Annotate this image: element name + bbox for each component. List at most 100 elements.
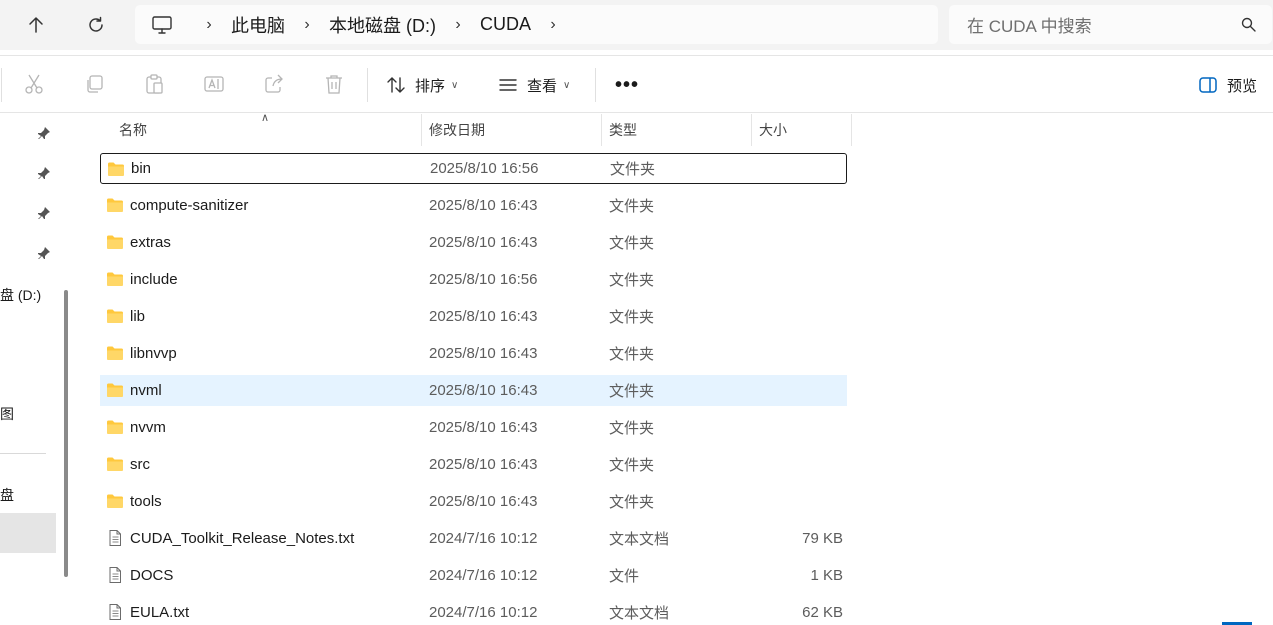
file-list: ∧ 名称 修改日期 类型 大小 bin 2025/8/10 16:56 文件夹 … xyxy=(78,112,1273,625)
toolbar-divider xyxy=(367,68,368,102)
file-row[interactable]: nvml 2025/8/10 16:43 文件夹 xyxy=(100,375,847,406)
file-type: 文件夹 xyxy=(609,420,655,437)
address-row: › 此电脑 › 本地磁盘 (D:) › CUDA › 在 CUDA 中搜索 xyxy=(0,0,1273,50)
nav-divider xyxy=(0,453,46,454)
rename-button[interactable] xyxy=(203,73,227,97)
file-type: 文件 xyxy=(609,568,640,585)
delete-button[interactable] xyxy=(323,73,347,97)
file-row[interactable]: DOCS 2024/7/16 10:12 文件 1 KB xyxy=(100,560,847,591)
file-row[interactable]: include 2025/8/10 16:56 文件夹 xyxy=(100,264,847,295)
text-file-icon xyxy=(106,566,124,584)
refresh-button[interactable] xyxy=(78,7,114,43)
nav-item-pictures[interactable]: 图 xyxy=(0,404,14,424)
command-bar: 排序 ∨ 查看 ∨ ••• 预览 xyxy=(0,55,1273,113)
file-row[interactable]: src 2025/8/10 16:43 文件夹 xyxy=(100,449,847,480)
trash-icon xyxy=(326,75,342,94)
folder-icon xyxy=(106,307,124,325)
copy-button[interactable] xyxy=(83,73,107,97)
more-options-button[interactable]: ••• xyxy=(613,71,641,99)
column-header-modified[interactable]: 修改日期 xyxy=(421,114,601,146)
folder-icon xyxy=(106,455,124,473)
file-modified-date: 2025/8/10 16:43 xyxy=(429,234,538,251)
file-row[interactable]: CUDA_Toolkit_Release_Notes.txt 2024/7/16… xyxy=(100,523,847,554)
file-type: 文本文档 xyxy=(609,605,670,622)
pin-icon[interactable] xyxy=(37,126,51,140)
address-bar[interactable]: › 此电脑 › 本地磁盘 (D:) › CUDA › xyxy=(135,5,938,44)
chevron-right-icon[interactable]: › xyxy=(539,16,567,34)
pin-icon[interactable] xyxy=(37,166,51,180)
file-type: 文件夹 xyxy=(610,161,656,178)
column-header-name[interactable]: 名称 xyxy=(111,114,421,146)
file-size: 62 KB xyxy=(802,604,843,621)
file-modified-date: 2025/8/10 16:43 xyxy=(429,456,538,473)
sort-button[interactable]: 排序 ∨ xyxy=(386,71,458,99)
column-divider[interactable] xyxy=(851,114,852,146)
breadcrumb-drive-d[interactable]: 本地磁盘 (D:) xyxy=(329,12,436,38)
clipboard-icon xyxy=(146,74,163,94)
file-modified-date: 2025/8/10 16:56 xyxy=(429,271,538,288)
file-name: lib xyxy=(130,308,146,325)
file-modified-date: 2024/7/16 10:12 xyxy=(429,567,538,584)
text-file-icon xyxy=(106,603,124,621)
copy-icon xyxy=(87,75,103,93)
preview-label: 预览 xyxy=(1227,77,1258,95)
view-button[interactable]: 查看 ∨ xyxy=(498,71,570,99)
text-file-icon xyxy=(106,529,124,547)
nav-item-drive-d[interactable]: 盘 (D:) xyxy=(0,285,41,305)
breadcrumb-cuda[interactable]: CUDA xyxy=(480,14,531,35)
nav-item-selected[interactable] xyxy=(0,513,56,553)
breadcrumb-this-pc[interactable]: 此电脑 xyxy=(231,12,285,38)
file-modified-date: 2025/8/10 16:43 xyxy=(429,493,538,510)
pin-icon[interactable] xyxy=(37,206,51,220)
chevron-right-icon[interactable]: › xyxy=(293,16,321,34)
chevron-down-icon: ∨ xyxy=(451,79,459,91)
search-placeholder: 在 CUDA 中搜索 xyxy=(967,17,1092,36)
file-name: libnvvp xyxy=(130,345,177,362)
folder-icon xyxy=(106,344,124,362)
file-name: include xyxy=(130,271,178,288)
file-modified-date: 2025/8/10 16:43 xyxy=(429,345,538,362)
file-row[interactable]: nvvm 2025/8/10 16:43 文件夹 xyxy=(100,412,847,443)
toolbar-divider xyxy=(1,68,2,102)
file-type: 文件夹 xyxy=(609,309,655,326)
folder-icon xyxy=(106,196,124,214)
cut-button[interactable] xyxy=(23,73,47,97)
chevron-right-icon[interactable]: › xyxy=(444,16,472,34)
share-button[interactable] xyxy=(263,73,287,97)
file-type: 文件夹 xyxy=(609,198,655,215)
nav-item-disk[interactable]: 盘 xyxy=(0,485,14,505)
file-row[interactable]: lib 2025/8/10 16:43 文件夹 xyxy=(100,301,847,332)
paste-button[interactable] xyxy=(143,73,167,97)
pin-icon[interactable] xyxy=(37,246,51,260)
chevron-right-icon[interactable]: › xyxy=(195,16,223,34)
view-label: 查看 xyxy=(527,77,558,95)
column-header-size[interactable]: 大小 xyxy=(751,114,851,146)
arrow-up-icon xyxy=(29,17,43,33)
file-row[interactable]: tools 2025/8/10 16:43 文件夹 xyxy=(100,486,847,517)
column-header-type[interactable]: 类型 xyxy=(601,114,751,146)
file-type: 文件夹 xyxy=(609,457,655,474)
preview-pane-button[interactable]: 预览 xyxy=(1198,71,1257,99)
file-row[interactable]: libnvvp 2025/8/10 16:43 文件夹 xyxy=(100,338,847,369)
file-name: src xyxy=(130,456,150,473)
folder-icon xyxy=(107,160,125,178)
file-name: nvml xyxy=(130,382,162,399)
chevron-down-icon: ∨ xyxy=(563,79,571,91)
file-type: 文本文档 xyxy=(609,531,670,548)
file-row[interactable]: EULA.txt 2024/7/16 10:12 文本文档 62 KB xyxy=(100,597,847,625)
up-button[interactable] xyxy=(18,7,54,43)
refresh-icon xyxy=(89,16,103,32)
search-input[interactable]: 在 CUDA 中搜索 xyxy=(949,5,1272,44)
folder-icon xyxy=(106,270,124,288)
rename-icon xyxy=(204,76,224,92)
folder-icon xyxy=(106,381,124,399)
navigation-pane: 盘 (D:) 图 盘 xyxy=(0,114,62,625)
file-row[interactable]: bin 2025/8/10 16:56 文件夹 xyxy=(100,153,847,184)
scissors-icon xyxy=(25,74,43,94)
file-modified-date: 2025/8/10 16:56 xyxy=(430,160,539,177)
list-view-icon xyxy=(499,79,517,91)
file-row[interactable]: compute-sanitizer 2025/8/10 16:43 文件夹 xyxy=(100,190,847,221)
nav-scrollbar[interactable] xyxy=(64,290,68,577)
file-row[interactable]: extras 2025/8/10 16:43 文件夹 xyxy=(100,227,847,258)
file-name: tools xyxy=(130,493,162,510)
